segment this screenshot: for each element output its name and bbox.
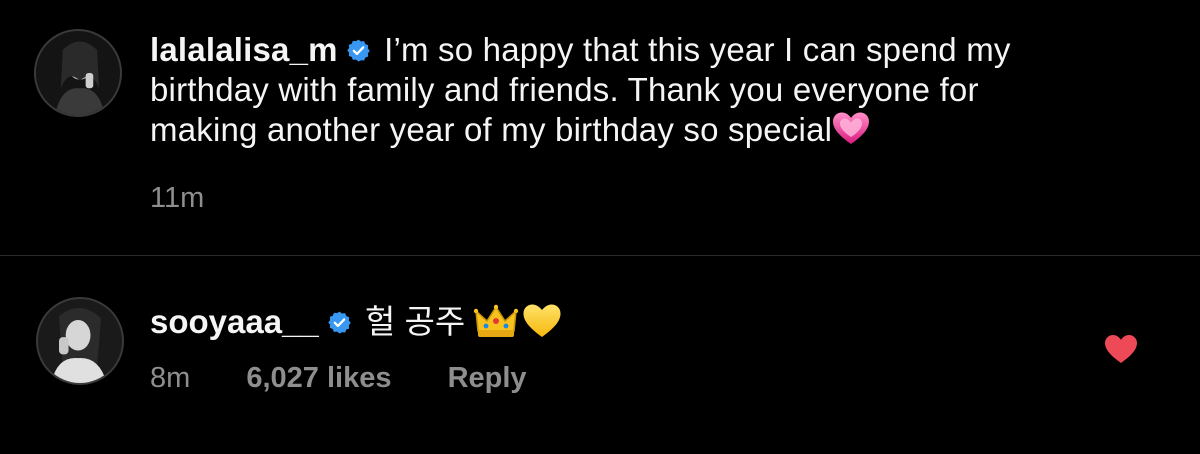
post-author-avatar[interactable] (34, 29, 122, 117)
verified-badge-icon (327, 310, 352, 335)
comment-meta: 8m 6,027 likes Reply (150, 362, 575, 395)
avatar-photo-icon (38, 299, 122, 383)
comment-likes-count[interactable]: 6,027 likes (246, 362, 391, 395)
reply-button[interactable]: Reply (448, 362, 527, 395)
like-heart-icon[interactable] (1104, 334, 1138, 364)
verified-badge-icon (346, 38, 371, 63)
avatar-photo-icon (36, 31, 120, 115)
comment-username[interactable]: sooyaaa__ (150, 303, 319, 340)
comment-text: 헐 공주 (364, 303, 466, 340)
post-caption: lalalalisa_m I’m so happy that this year… (0, 0, 1200, 255)
commenter-avatar[interactable] (36, 297, 124, 385)
post-timestamp: 11m (150, 182, 205, 214)
crown-emoji-icon (474, 303, 519, 348)
caption-text-block: lalalalisa_m I’m so happy that this year… (150, 30, 1150, 156)
post-meta: 11m (150, 182, 252, 215)
section-divider (0, 255, 1200, 256)
comment-timestamp: 8m (150, 362, 191, 394)
comment-text-line: sooyaaa__ 헐 공주 (150, 302, 562, 348)
post-username[interactable]: lalalalisa_m (150, 31, 338, 68)
pink-heart-emoji-icon (832, 111, 870, 156)
caption-line-1: I’m so happy that this year I can spend … (384, 31, 1011, 68)
yellow-heart-emoji-icon (522, 303, 562, 348)
caption-line-3: making another year of my birthday so sp… (150, 111, 833, 148)
caption-line-2: birthday with family and friends. Thank … (150, 71, 979, 108)
